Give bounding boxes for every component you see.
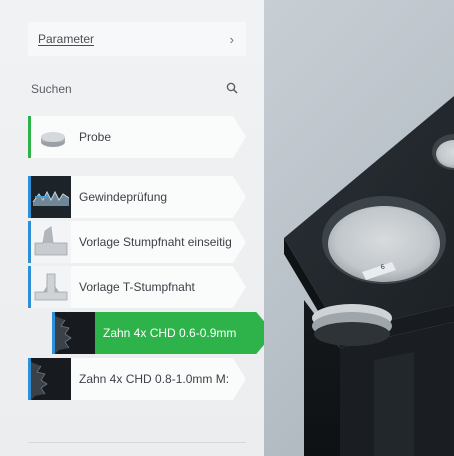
sample-list-panel: Parameter › Suchen Probe Gewindeprüfung …	[0, 0, 274, 456]
search-icon[interactable]	[226, 82, 238, 97]
item-label: Probe	[79, 130, 112, 144]
list-item-gewindepruefung[interactable]: Gewindeprüfung	[28, 176, 246, 218]
gear-thumbnail	[55, 312, 95, 354]
parameter-label: Parameter	[38, 32, 95, 46]
item-label: Vorlage Stumpfnaht einseitig	[79, 235, 232, 249]
item-label: Gewindeprüfung	[79, 190, 168, 204]
list-item-t-stumpfnaht[interactable]: Vorlage T-Stumpfnaht	[28, 266, 246, 308]
weld-thumbnail	[31, 221, 71, 263]
item-label: Vorlage T-Stumpfnaht	[79, 280, 195, 294]
3d-viewport[interactable]: 6	[264, 0, 454, 456]
search-label: Suchen	[31, 82, 72, 96]
list-item-zahn-active[interactable]: Zahn 4x CHD 0.6-0.9mm	[52, 312, 274, 354]
item-label: Zahn 4x CHD 0.8-1.0mm M:	[79, 372, 230, 386]
list-item-stumpfnaht-einseitig[interactable]: Vorlage Stumpfnaht einseitig	[28, 221, 246, 263]
item-label: Zahn 4x CHD 0.6-0.9mm	[103, 326, 237, 340]
thread-thumbnail	[31, 176, 71, 218]
list-item-probe[interactable]: Probe	[28, 116, 246, 158]
disk-icon	[31, 116, 71, 158]
gear-thumbnail	[31, 358, 71, 400]
parameter-button[interactable]: Parameter ›	[28, 22, 246, 56]
search-row[interactable]: Suchen	[28, 78, 246, 100]
divider	[28, 442, 246, 443]
chevron-right-icon: ›	[229, 31, 234, 47]
list-item-zahn[interactable]: Zahn 4x CHD 0.8-1.0mm M:	[28, 358, 246, 400]
sample-holder-render	[284, 96, 454, 456]
weld-thumbnail	[31, 266, 71, 308]
